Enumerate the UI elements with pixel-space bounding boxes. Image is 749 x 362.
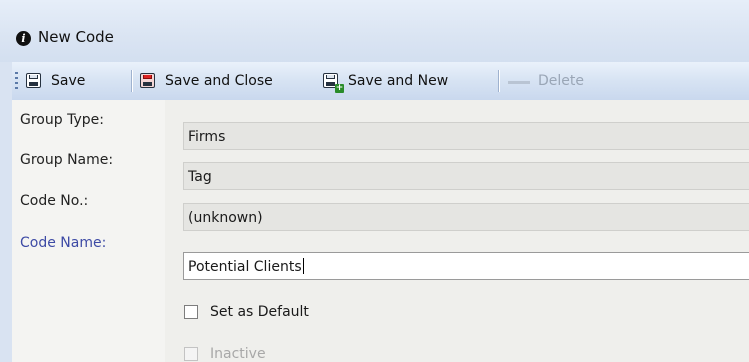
code-name-label: Code Name: bbox=[20, 235, 107, 251]
save-and-new-button[interactable]: + Save and New bbox=[323, 68, 448, 94]
set-as-default-checkbox[interactable] bbox=[184, 305, 198, 319]
save-and-close-button[interactable]: Save and Close bbox=[140, 68, 273, 94]
code-name-input[interactable]: Potential Clients bbox=[183, 252, 749, 280]
code-name-value: Potential Clients bbox=[188, 259, 302, 275]
save-and-close-icon bbox=[140, 72, 157, 90]
code-form: Group Type: Group Name: Code No.: Code N… bbox=[12, 100, 749, 362]
save-button[interactable]: Save bbox=[26, 68, 85, 94]
toolbar-separator bbox=[131, 70, 132, 92]
save-and-new-label: Save and New bbox=[348, 73, 449, 89]
set-as-default-label: Set as Default bbox=[210, 304, 309, 320]
inactive-checkbox[interactable] bbox=[184, 347, 198, 361]
info-logo-icon: i bbox=[16, 31, 31, 46]
group-name-field: Tag bbox=[183, 162, 749, 190]
inactive-checkbox-row[interactable]: Inactive bbox=[184, 346, 266, 362]
label-column: Group Type: Group Name: Code No.: Code N… bbox=[12, 100, 165, 362]
code-no-label: Code No.: bbox=[20, 193, 89, 209]
code-no-field: (unknown) bbox=[183, 203, 749, 231]
save-icon bbox=[26, 72, 43, 90]
inactive-label: Inactive bbox=[210, 346, 266, 362]
delete-button[interactable]: Delete bbox=[508, 68, 584, 94]
field-column: Firms Tag (unknown) Potential Clients Se… bbox=[165, 100, 749, 362]
group-type-label: Group Type: bbox=[20, 112, 104, 128]
set-as-default-checkbox-row[interactable]: Set as Default bbox=[184, 304, 309, 320]
toolbar-separator bbox=[498, 70, 499, 92]
save-and-close-label: Save and Close bbox=[165, 73, 273, 89]
toolbar-grip-handle[interactable] bbox=[15, 72, 18, 90]
save-button-label: Save bbox=[51, 73, 86, 89]
group-name-label: Group Name: bbox=[20, 152, 114, 168]
group-type-field: Firms bbox=[183, 122, 749, 150]
text-caret bbox=[302, 258, 304, 274]
save-and-new-icon: + bbox=[323, 72, 344, 93]
delete-button-label: Delete bbox=[538, 73, 584, 89]
toolbar: Save Save and Close + Save and New Delet… bbox=[12, 62, 749, 101]
delete-icon bbox=[508, 80, 530, 84]
title-bar: i New Code bbox=[0, 0, 749, 62]
window-title: New Code bbox=[38, 28, 114, 46]
